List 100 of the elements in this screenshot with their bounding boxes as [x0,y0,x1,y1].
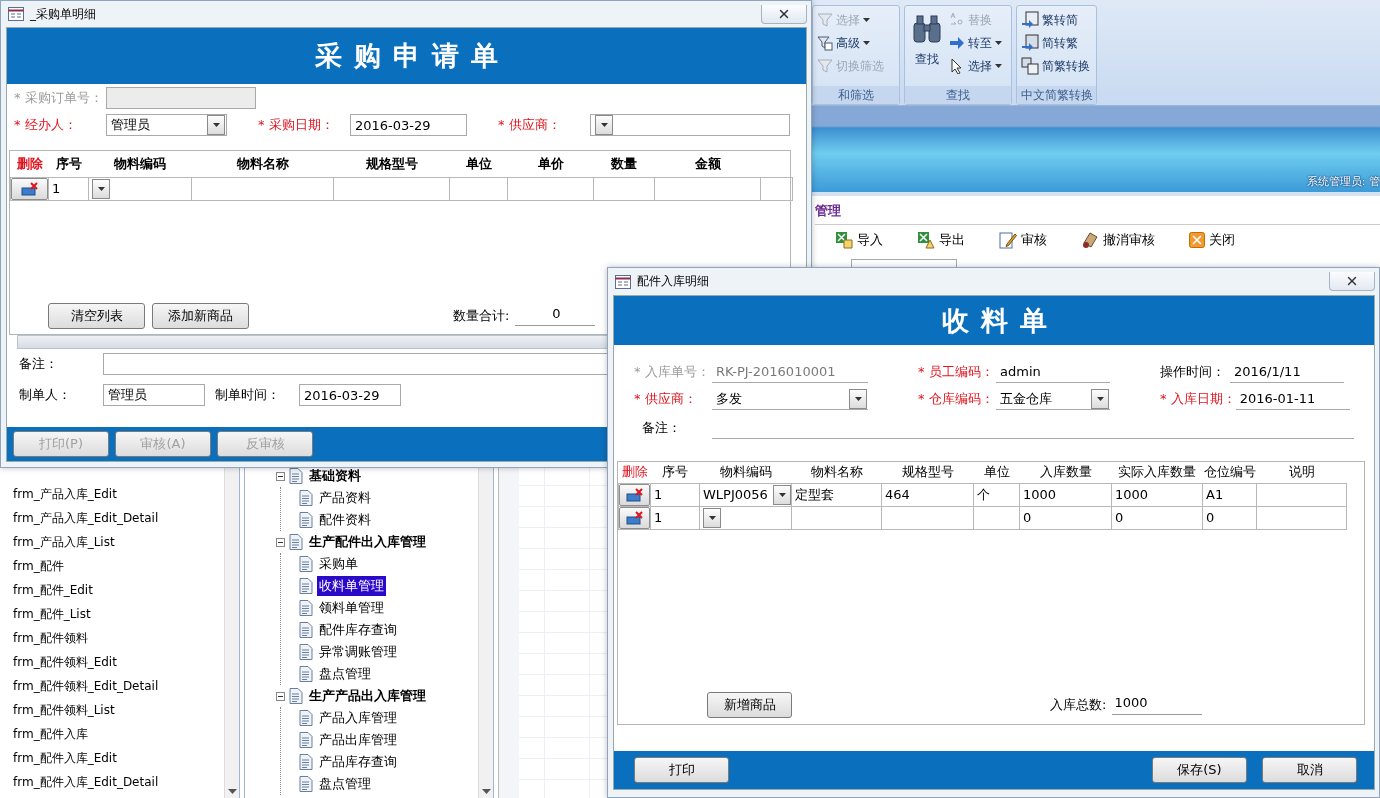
list-item[interactable]: frm_产品入库_List [13,530,224,554]
footer-button[interactable]: 取消 [1262,757,1357,783]
ribbon-button[interactable]: 查找 [909,9,945,83]
toolbar-button[interactable]: 审核 [999,231,1047,249]
delete-row-button[interactable] [11,177,48,200]
tree-item[interactable]: 产品入库管理 [317,708,399,728]
tree-item[interactable]: 配件资料 [317,510,373,530]
add-item-button[interactable]: 新增商品 [707,692,792,718]
input-field[interactable]: 管理员 [103,384,205,406]
grid-cell[interactable]: 0 [1019,506,1112,529]
combo-box[interactable]: 管理员 [106,114,227,136]
dropdown-button[interactable] [207,115,225,135]
grid-cell[interactable] [593,177,655,200]
grid-cell[interactable] [191,177,334,200]
list-item[interactable]: frm_配件_List [13,602,224,626]
grid-cell[interactable]: 1 [650,483,700,506]
grid-cell[interactable]: 定型套 [791,483,882,506]
ribbon-button[interactable]: 高级 [817,32,884,54]
convert-icon [1021,34,1039,52]
tree-item[interactable]: 配件库存查询 [317,620,399,640]
grid-cell[interactable]: 0 [1202,506,1257,529]
grid-cell[interactable] [973,506,1020,529]
grid-cell[interactable] [333,177,450,200]
toolbar-button[interactable]: 关闭 [1189,231,1235,249]
document-icon [299,578,313,594]
grid-cell[interactable]: 1 [48,177,89,200]
grid-cell[interactable]: 1 [650,506,700,529]
toolbar-button[interactable]: 撤消审核 [1081,231,1155,249]
tree-item[interactable]: 产品资料 [317,488,373,508]
dropdown-button[interactable] [595,115,613,135]
tree-item[interactable]: 异常调账管理 [317,642,399,662]
dropdown-button[interactable] [773,484,791,505]
list-item[interactable]: frm_配件领料_Edit [13,650,224,674]
close-button[interactable] [1329,272,1375,291]
grid-cell[interactable]: A1 [1202,483,1257,506]
combo-box[interactable]: WLPJ0056 [700,483,791,506]
grid-cell[interactable] [1256,483,1347,506]
tree-item[interactable]: 产品出库管理 [317,730,399,750]
tree-item[interactable]: 产品库存查询 [317,752,399,772]
ribbon-button[interactable]: 简转繁 [1021,32,1090,54]
list-item[interactable]: frm_配件入库 [13,722,224,746]
grid-cell[interactable] [449,177,508,200]
ribbon-group-label: 和筛选 [813,86,899,104]
footer-button[interactable]: 打印 [634,757,729,783]
combo-box[interactable]: 多发 [712,388,868,410]
toolbar-button[interactable]: 导入 [835,231,883,249]
grid-cell[interactable]: 464 [881,483,974,506]
dropdown-button[interactable] [703,507,721,528]
list-item[interactable]: frm_配件 [13,554,224,578]
grid-cell[interactable] [760,177,793,200]
tree-item[interactable]: 生产产品出入库管理 [307,686,428,706]
dropdown-caret-icon [995,64,1002,68]
ribbon-button[interactable]: 繁转简 [1021,9,1090,31]
list-item[interactable]: frm_产品入库_Edit_Detail [13,506,224,530]
grid-cell[interactable]: 个 [973,483,1020,506]
add-item-button[interactable]: 添加新商品 [152,303,249,329]
list-item[interactable]: frm_产品入库_Edit [13,482,224,506]
grid-cell[interactable]: 0 [1111,506,1203,529]
grid-cell[interactable]: 1000 [1111,483,1203,506]
toolbar-button[interactable]: 导出 [917,231,965,249]
dropdown-button[interactable] [1091,388,1109,409]
tree-item[interactable]: 基础资料 [307,466,363,486]
input-field[interactable]: 2016-03-29 [350,114,467,136]
delete-row-button[interactable] [619,506,650,529]
tree-item[interactable]: 采购单 [317,554,360,574]
funnel-icon [817,35,833,51]
grid-cell[interactable] [1256,506,1347,529]
dropdown-button[interactable] [92,178,110,199]
ribbon-button[interactable]: 简繁转换 [1021,55,1090,77]
ribbon-button[interactable]: 选择 [949,55,1002,77]
field-label: * 采购订单号： [14,88,104,107]
page-title: 管理 [815,202,1380,225]
list-item[interactable]: frm_配件_Edit [13,578,224,602]
combo-box[interactable]: 五金仓库 [996,388,1110,410]
grid-cell[interactable] [654,177,761,200]
close-button[interactable] [761,4,807,24]
list-item[interactable]: frm_配件领料_Edit_Detail [13,674,224,698]
grid-cell[interactable]: 1000 [1019,483,1112,506]
tree-item[interactable]: 领料单管理 [317,598,386,618]
ribbon-button[interactable]: 转至 [949,32,1002,54]
grid-cell[interactable] [507,177,594,200]
collapse-icon [276,691,285,701]
grid-cell[interactable] [881,506,974,529]
field-label: * 员工编码： [918,362,995,381]
clear-list-button[interactable]: 清空列表 [48,303,145,329]
dropdown-button[interactable] [849,388,867,409]
input-field[interactable]: 2016-03-29 [299,384,401,406]
tree-item[interactable]: 生产配件出入库管理 [307,532,428,552]
footer-button[interactable]: 保存(S) [1152,757,1247,783]
delete-row-button[interactable] [619,483,650,506]
tree-item[interactable]: 盘点管理 [317,774,373,794]
tree-item[interactable]: 收料单管理 [317,576,386,596]
list-item[interactable]: frm_配件领料_List [13,698,224,722]
list-item[interactable]: frm_配件领料 [13,626,224,650]
document-icon [289,534,303,550]
list-item[interactable]: frm_配件入库_Edit_Detail [13,770,224,794]
column-header: 说明 [1256,462,1347,483]
list-item[interactable]: frm_配件入库_Edit [13,746,224,770]
grid-cell[interactable] [791,506,882,529]
tree-item[interactable]: 盘点管理 [317,664,373,684]
